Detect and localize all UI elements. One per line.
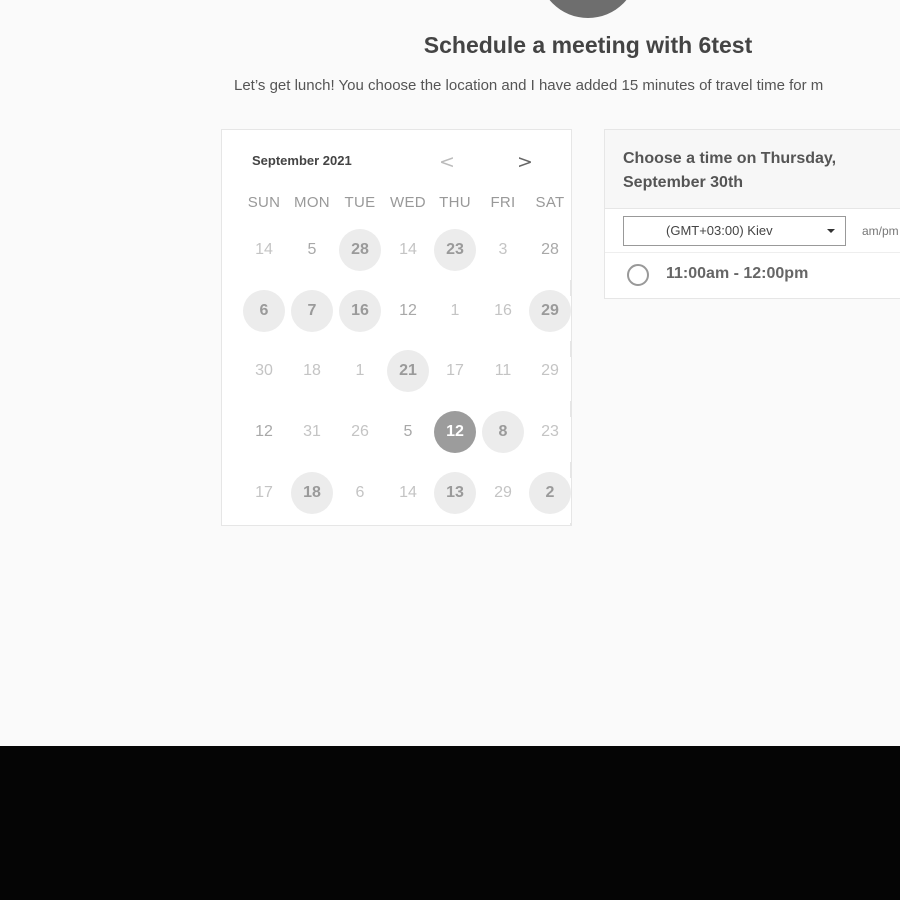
page-title: Schedule a meeting with 6test [423, 32, 753, 58]
calendar-day: 29 [494, 484, 512, 501]
calendar-day: 1 [450, 302, 460, 319]
calendar-day[interactable]: 6 [243, 290, 285, 332]
weekday-label-wed: WED [390, 194, 426, 211]
time-format-toggle[interactable]: am/pm [862, 224, 899, 238]
calendar-day: 26 [351, 423, 369, 440]
calendar-day[interactable]: 16 [339, 290, 381, 332]
calendar-day[interactable]: 18 [291, 472, 333, 514]
calendar-day: 1 [355, 362, 365, 379]
timezone-select-value: (GMT+03:00) Kiev [666, 223, 773, 238]
time-slot-label[interactable]: 11:00am - 12:00pm [666, 265, 808, 283]
calendar-day: 31 [303, 423, 321, 440]
date-picker-calendar: September 2021 < > SUN MON TUE WED THU FRI SAT… [221, 129, 572, 526]
calendar-edge-marker [570, 523, 571, 525]
calendar-day: 14 [255, 241, 273, 258]
time-panel-header: Choose a time on Thursday, September 30t… [605, 130, 900, 209]
selected-date-heading: Choose a time on Thursday, September 30t… [623, 150, 837, 191]
calendar-day: 18 [303, 362, 321, 379]
weekday-header-row: SUN MON TUE WED THU FRI SAT [222, 194, 571, 214]
time-slot-panel: Choose a time on Thursday, September 30t… [604, 129, 900, 299]
calendar-day: 29 [541, 362, 559, 379]
calendar-day: 14 [399, 484, 417, 501]
meeting-description: Let’s get lunch! You choose the location… [234, 77, 824, 94]
calendar-day: 12 [399, 302, 417, 319]
weekday-label-fri: FRI [490, 194, 516, 211]
calendar-month-label: September 2021 [252, 153, 352, 168]
calendar-day: 5 [403, 423, 413, 440]
calendar-day: 17 [255, 484, 273, 501]
calendar-edge-marker [570, 341, 571, 357]
calendar-day: 3 [498, 241, 508, 258]
calendar-day: 16 [494, 302, 512, 319]
calendar-edge-marker [570, 462, 571, 478]
calendar-day: 5 [307, 241, 317, 258]
weekday-label-mon: MON [294, 194, 330, 211]
calendar-edge-marker [570, 280, 571, 296]
weekday-label-tue: TUE [344, 194, 376, 211]
calendar-day[interactable]: 23 [434, 229, 476, 271]
calendar-day: 17 [446, 362, 464, 379]
scheduling-page: Schedule a meeting with 6test Let’s get … [0, 0, 900, 746]
calendar-day[interactable]: 28 [339, 229, 381, 271]
divider [605, 252, 900, 253]
calendar-day[interactable]: 2 [529, 472, 571, 514]
calendar-day[interactable]: 8 [482, 411, 524, 453]
calendar-day: 14 [399, 241, 417, 258]
calendar-day: 11 [494, 362, 512, 379]
calendar-day: 30 [255, 362, 273, 379]
calendar-day[interactable]: 21 [387, 350, 429, 392]
calendar-day: 28 [541, 241, 559, 258]
weekday-label-thu: THU [439, 194, 471, 211]
calendar-day-selected[interactable]: 12 [434, 411, 476, 453]
chevron-left-icon[interactable]: < [438, 152, 456, 172]
letterbox-bar [0, 746, 900, 900]
host-avatar [538, 0, 638, 18]
chevron-right-icon[interactable]: > [516, 152, 534, 172]
calendar-day[interactable]: 29 [529, 290, 571, 332]
weekday-label-sat: SAT [535, 194, 565, 211]
calendar-day: 12 [255, 423, 273, 440]
timezone-select[interactable]: (GMT+03:00) Kiev [623, 216, 846, 246]
calendar-edge-marker [570, 401, 571, 417]
calendar-day[interactable]: 7 [291, 290, 333, 332]
weekday-label-sun: SUN [247, 194, 281, 211]
calendar-day[interactable]: 13 [434, 472, 476, 514]
caret-down-icon [827, 229, 835, 233]
calendar-day: 6 [355, 484, 365, 501]
time-slot-radio[interactable] [627, 264, 649, 286]
calendar-day: 23 [541, 423, 559, 440]
